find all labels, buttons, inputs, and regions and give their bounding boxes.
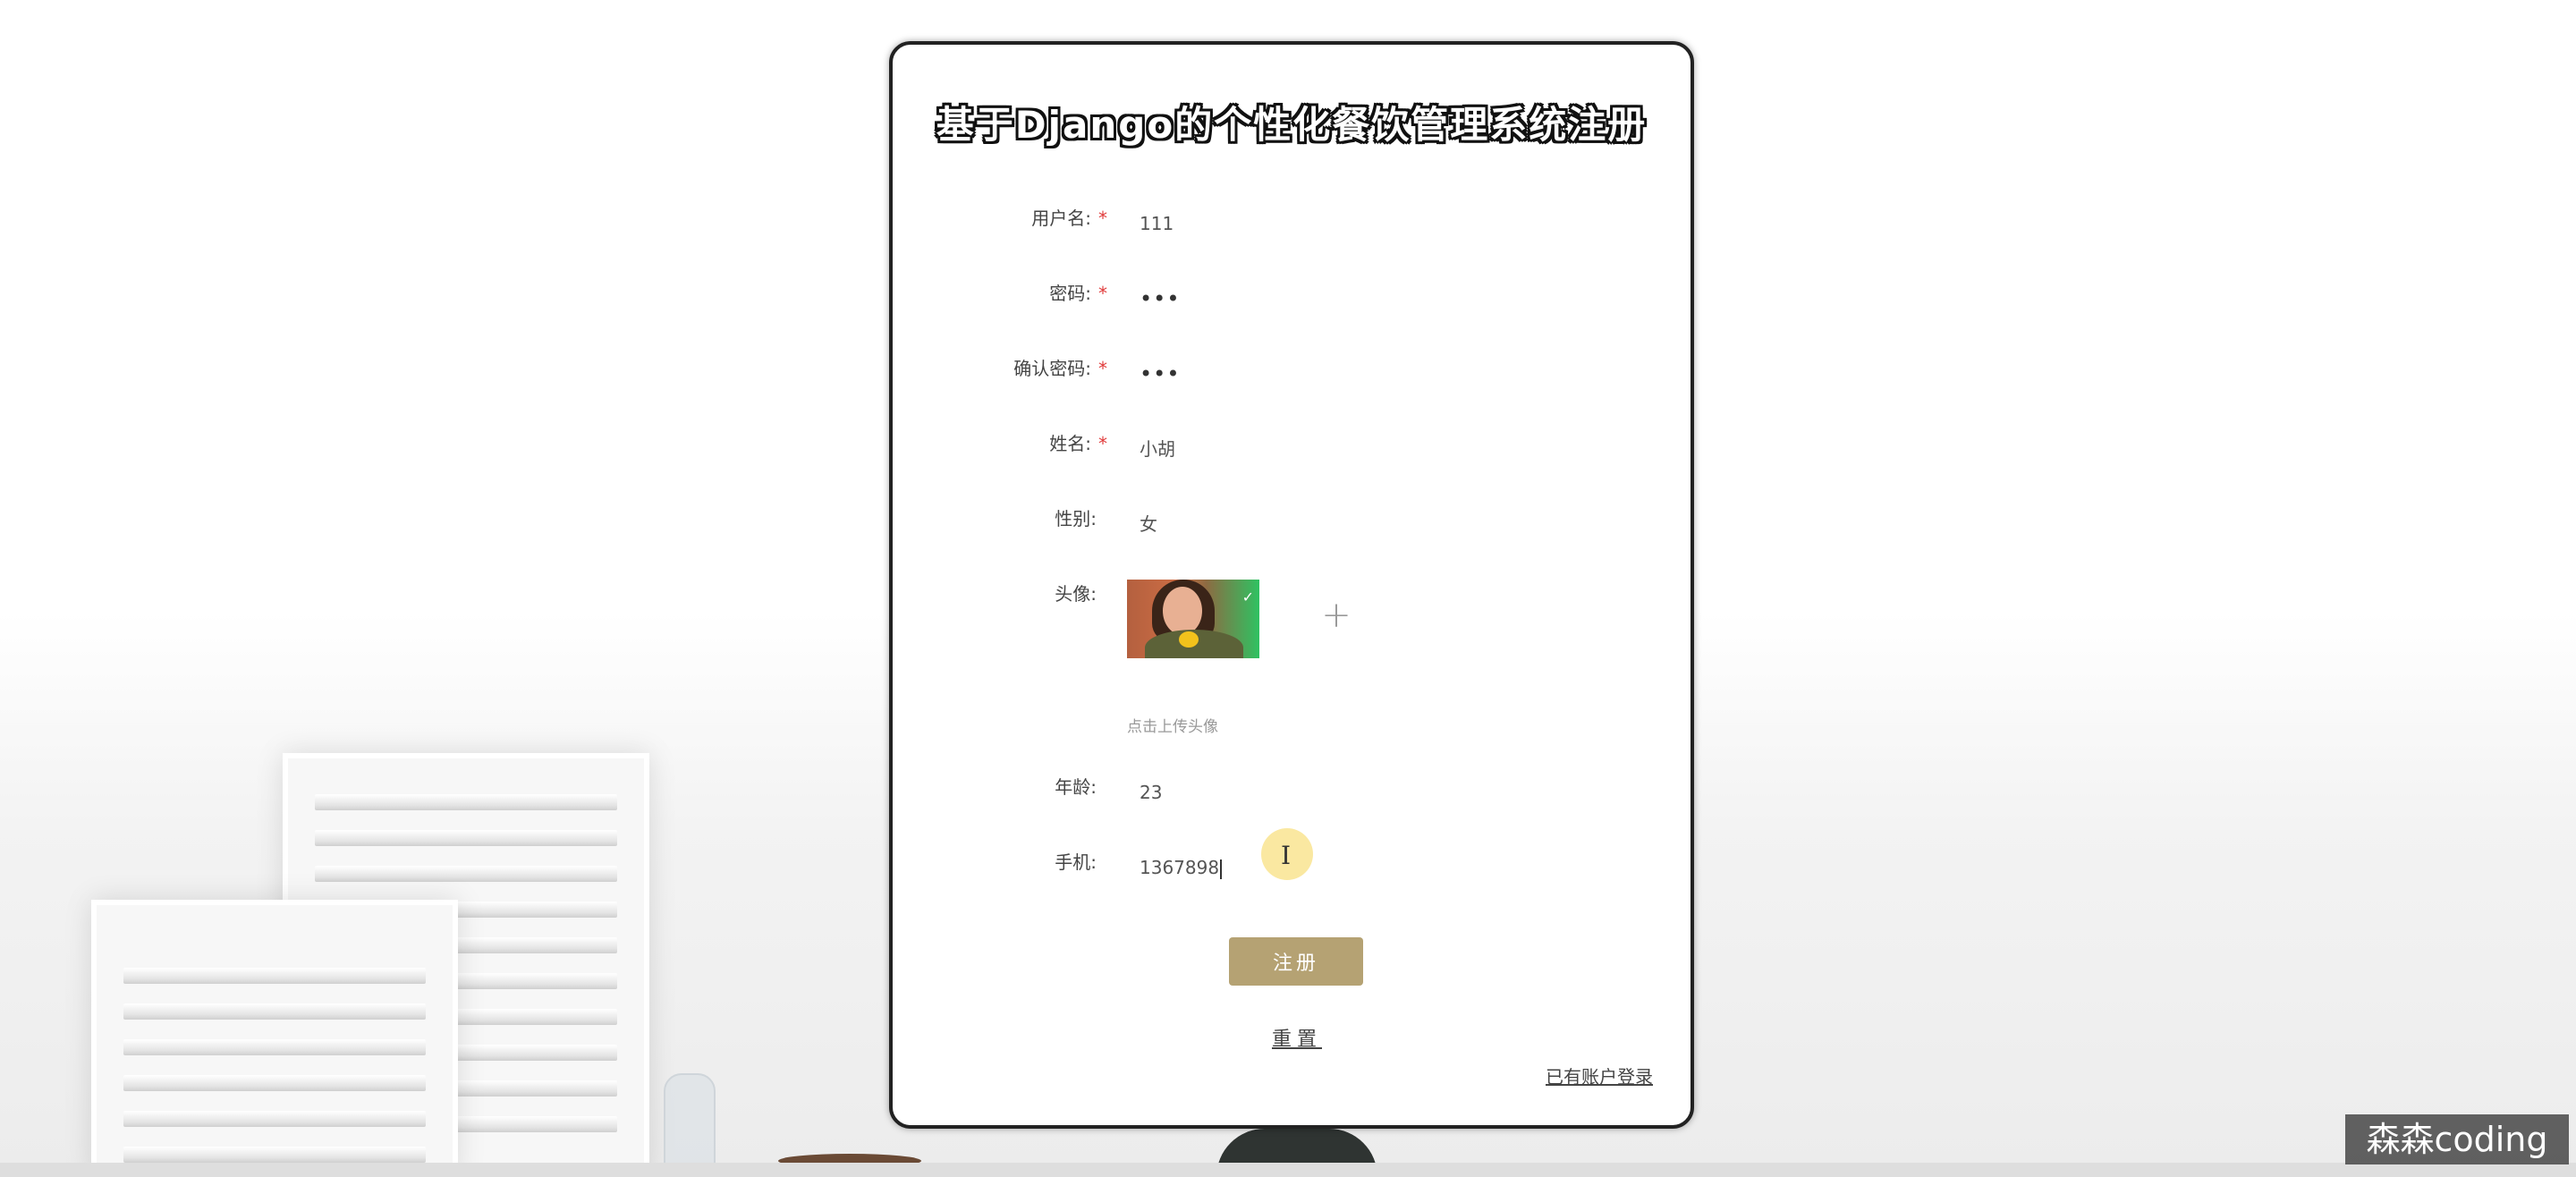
- password-row: 密码: * •••: [893, 279, 1690, 333]
- username-input[interactable]: 111: [1140, 206, 1426, 241]
- text-caret: [1220, 859, 1223, 879]
- required-mark: *: [1098, 283, 1107, 304]
- gender-select[interactable]: 女: [1140, 506, 1426, 542]
- check-icon: ✓: [1241, 588, 1254, 605]
- avatar-image[interactable]: ✓: [1127, 580, 1259, 658]
- plus-icon[interactable]: +: [1318, 597, 1354, 635]
- avatar-row: 头像: ✓ + 点击上传头像: [893, 580, 1690, 758]
- required-mark: *: [1098, 433, 1107, 454]
- background-floor: [0, 1163, 2576, 1177]
- password-input[interactable]: •••: [1140, 281, 1426, 317]
- background-bottle: [664, 1073, 716, 1172]
- phone-value: 1367898: [1140, 857, 1220, 878]
- register-button[interactable]: 注册: [1229, 937, 1363, 986]
- login-link[interactable]: 已有账户登录: [1546, 1063, 1653, 1088]
- watermark: 森森coding: [2345, 1114, 2569, 1164]
- register-card: 基于Django的个性化餐饮管理系统注册 用户名: * 111 密码: * ••• …: [889, 41, 1694, 1129]
- background-shutter-front: [91, 900, 458, 1177]
- name-input[interactable]: 小胡: [1140, 431, 1426, 467]
- age-input[interactable]: 23: [1140, 775, 1426, 810]
- avatar-label: 头像:: [1055, 583, 1097, 605]
- reset-button[interactable]: 重置: [1250, 1023, 1343, 1052]
- page-title: 基于Django的个性化餐饮管理系统注册: [936, 103, 1648, 147]
- confirm-password-row: 确认密码: * •••: [893, 354, 1690, 408]
- page-background: 基于Django的个性化餐饮管理系统注册 用户名: * 111 密码: * ••• …: [0, 0, 2576, 1177]
- required-mark: *: [1098, 358, 1107, 379]
- username-row: 用户名: * 111: [893, 204, 1690, 258]
- name-row: 姓名: * 小胡: [893, 429, 1690, 483]
- phone-label: 手机:: [1055, 851, 1097, 873]
- username-label: 用户名: *: [1031, 207, 1107, 229]
- age-row: 年龄: 23: [893, 773, 1690, 826]
- name-label: 姓名: *: [1049, 433, 1107, 454]
- confirm-password-label: 确认密码: *: [1013, 358, 1107, 379]
- text-cursor-icon: I: [1281, 841, 1292, 870]
- required-mark: *: [1098, 207, 1107, 229]
- password-label: 密码: *: [1049, 283, 1107, 304]
- age-label: 年龄:: [1055, 776, 1097, 798]
- upload-hint: 点击上传头像: [1127, 718, 1218, 736]
- gender-row: 性别: 女: [893, 504, 1690, 558]
- gender-label: 性别:: [1055, 508, 1097, 529]
- confirm-password-input[interactable]: •••: [1140, 356, 1426, 392]
